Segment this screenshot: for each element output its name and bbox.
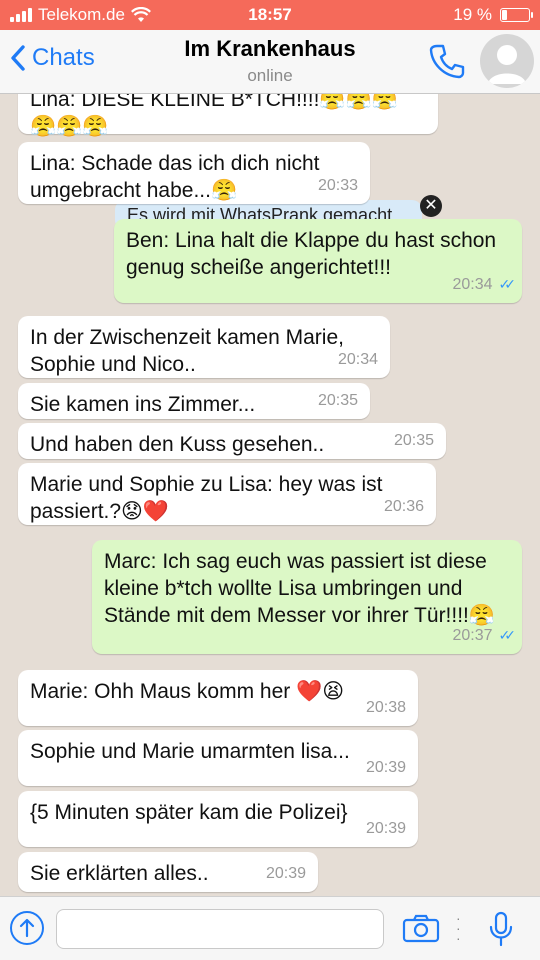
message-time: 20:39 — [265, 865, 306, 882]
message-time: 20:33 — [317, 177, 358, 194]
message-text: {5 Minuten später kam die Polizei} — [30, 801, 348, 824]
message-bubble-incoming[interactable]: Sie erklärten alles.. 20:39 — [18, 852, 318, 892]
message-time: 20:38 — [365, 699, 406, 716]
back-label: Chats — [32, 44, 95, 71]
message-meta: 20:37 ✓✓ — [452, 622, 517, 649]
message-text: Lina: Schade das ich dich nicht umgebrac… — [30, 152, 320, 202]
message-time: 20:35 — [393, 432, 434, 449]
message-input[interactable] — [56, 909, 384, 949]
message-bubble-incoming[interactable]: In der Zwischenzeit kamen Marie, Sophie … — [18, 316, 390, 378]
message-time: 20:39 — [365, 759, 406, 776]
phone-icon — [429, 44, 465, 79]
message-time: 20:39 — [365, 820, 406, 837]
message-meta: 20:35 — [394, 427, 434, 454]
chat-status: online — [247, 66, 293, 85]
composer-bar: · · · — [0, 896, 540, 960]
message-bubble-incoming[interactable]: Lina: DIESE KLEINE B*TCH!!!!😤😤😤 😤😤😤 — [18, 94, 438, 138]
message-text: In der Zwischenzeit kamen Marie, Sophie … — [30, 326, 344, 376]
close-banner-button[interactable]: ✕ — [420, 195, 442, 217]
status-left: Telekom.de — [10, 5, 151, 25]
message-list[interactable]: Lina: DIESE KLEINE B*TCH!!!!😤😤😤 😤😤😤 Es w… — [0, 94, 540, 896]
message-time: 20:35 — [317, 392, 358, 409]
message-meta: 20:34 — [338, 346, 378, 373]
message-bubble-incoming[interactable]: Sophie und Marie umarmten lisa... 20:39 — [18, 730, 418, 786]
chevron-left-icon — [11, 45, 25, 71]
message-bubble-incoming[interactable]: {5 Minuten später kam die Polizei} 20:39 — [18, 791, 418, 847]
person-icon — [488, 45, 526, 84]
read-receipt-icon: ✓✓ — [498, 627, 517, 643]
status-bar: Telekom.de 18:57 19 % — [0, 0, 540, 30]
message-bubble-incoming[interactable]: Und haben den Kuss gesehen.. 20:35 — [18, 423, 446, 459]
message-meta: 20:35 — [318, 387, 358, 414]
status-right: 19 % — [453, 5, 533, 25]
message-time: 20:37 — [452, 627, 493, 644]
microphone-icon — [489, 911, 513, 947]
message-time: 20:34 — [337, 351, 378, 368]
message-meta: 20:33 — [318, 172, 358, 199]
arrow-up-icon — [19, 918, 35, 938]
message-bubble-outgoing[interactable]: Ben: Lina halt die Klappe du hast schon … — [114, 219, 522, 303]
message-bubble-incoming[interactable]: Lina: Schade das ich dich nicht umgebrac… — [18, 142, 370, 204]
message-meta: 20:39 — [266, 860, 306, 887]
chat-title: Im Krankenhaus — [184, 36, 356, 61]
more-icon: · · · — [456, 910, 461, 946]
message-bubble-outgoing[interactable]: Marc: Ich sag euch was passiert ist dies… — [92, 540, 522, 654]
message-text: Marie: Ohh Maus komm her ❤️😫 — [30, 680, 345, 703]
message-bubble-incoming[interactable]: Marie und Sophie zu Lisa: hey was ist pa… — [18, 463, 436, 525]
message-meta: 20:39 — [366, 754, 406, 781]
back-button[interactable]: Chats — [10, 44, 95, 72]
message-text: Sie erklärten alles.. — [30, 862, 209, 885]
battery-icon — [500, 8, 533, 22]
message-meta: 20:38 — [366, 694, 406, 721]
attach-button[interactable] — [10, 911, 44, 945]
wifi-icon — [130, 7, 151, 22]
contact-avatar[interactable] — [480, 34, 534, 88]
message-meta: 20:39 — [366, 815, 406, 842]
battery-percent: 19 % — [453, 5, 492, 24]
message-bubble-incoming[interactable]: Sie kamen ins Zimmer... 20:35 — [18, 383, 370, 419]
message-time: 20:36 — [383, 498, 424, 515]
message-bubble-incoming[interactable]: Marie: Ohh Maus komm her ❤️😫 20:38 — [18, 670, 418, 726]
camera-icon — [402, 914, 440, 943]
chat-title-area[interactable]: Im Krankenhaus online — [150, 36, 390, 86]
signal-icon — [10, 8, 32, 22]
message-text: Marc: Ich sag euch was passiert ist dies… — [104, 550, 496, 627]
call-button[interactable] — [428, 42, 466, 85]
battery-fill — [502, 10, 507, 20]
message-text: Sophie und Marie umarmten lisa... — [30, 740, 350, 763]
message-meta: 20:36 — [384, 493, 424, 520]
message-time: 20:34 — [452, 276, 493, 293]
carrier-name: Telekom.de — [38, 5, 125, 24]
message-meta: 20:34 ✓✓ — [452, 271, 517, 298]
message-text: Marie und Sophie zu Lisa: hey was ist pa… — [30, 473, 383, 523]
camera-button[interactable] — [402, 913, 440, 948]
message-text: Lina: DIESE KLEINE B*TCH!!!!😤😤😤 😤😤😤 — [30, 94, 398, 138]
message-text: Sie kamen ins Zimmer... — [30, 393, 256, 416]
mic-button[interactable] — [488, 911, 514, 952]
chat-header: Chats Im Krankenhaus online — [0, 30, 540, 94]
read-receipt-icon: ✓✓ — [498, 276, 517, 292]
message-text: Und haben den Kuss gesehen.. — [30, 433, 325, 456]
